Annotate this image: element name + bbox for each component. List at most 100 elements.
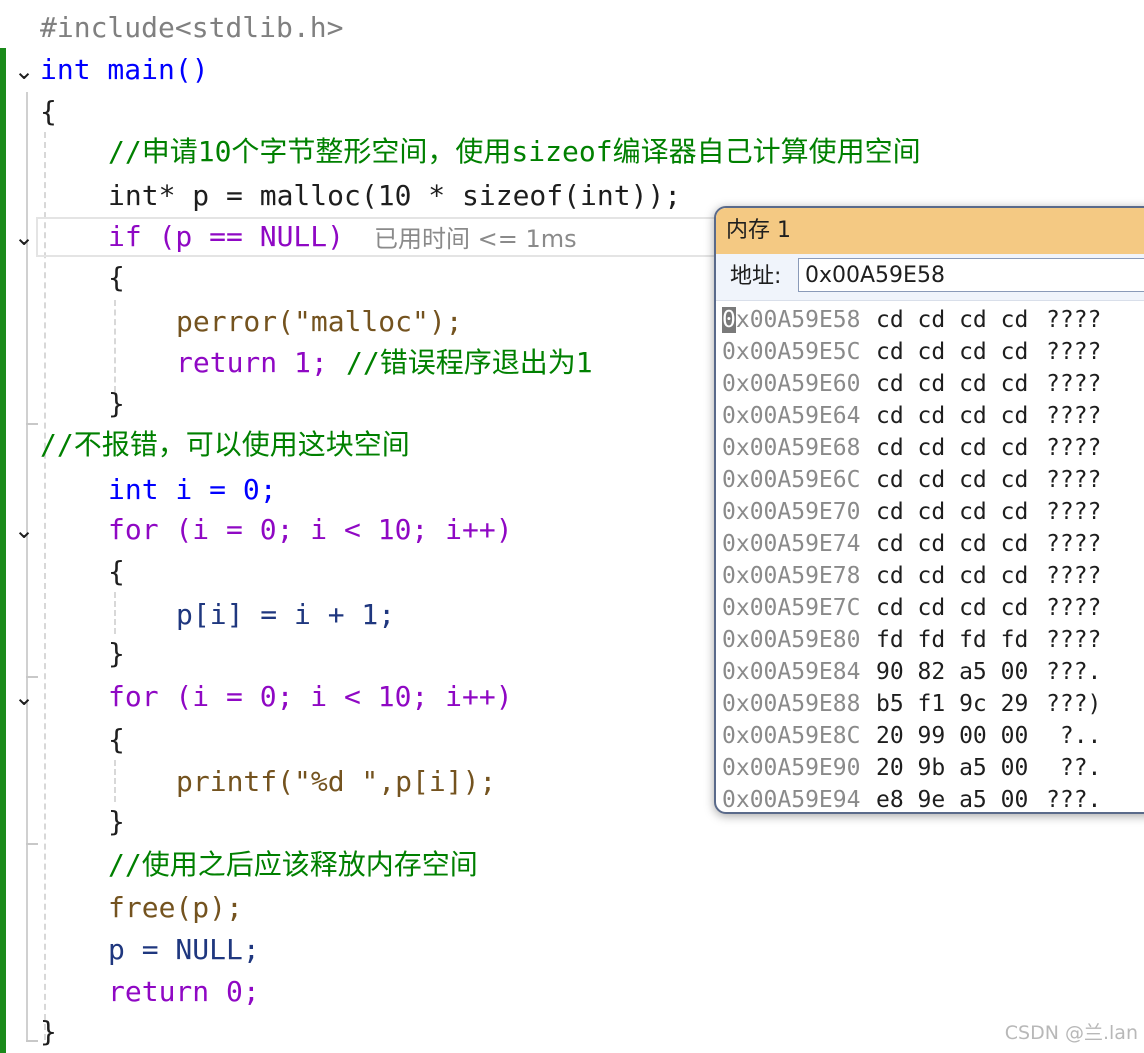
code-line-brace: } <box>108 637 125 670</box>
code-comment-alloc: //申请10个字节整形空间，使用sizeof编译器自己计算使用空间 <box>108 135 921 168</box>
memory-row-chars: ???? <box>1046 627 1102 653</box>
memory-row-address: 0x00A59E68 <box>722 435 861 461</box>
memory-row-address: 0x00A59E6C <box>722 467 861 493</box>
memory-row-bytes[interactable]: e8 9e a5 00 <box>876 784 1028 812</box>
memory-row-chars: ???? <box>1046 339 1102 365</box>
code-line-brace: { <box>108 723 125 756</box>
code-line-int-i: int i = 0; <box>108 473 277 506</box>
memory-row-bytes[interactable]: fd fd fd fd <box>876 624 1028 656</box>
code-comment-free: //使用之后应该释放内存空间 <box>108 848 478 881</box>
memory-row-address: 0x00A59E70 <box>722 499 861 525</box>
code-line-if: if (p == NULL) <box>108 220 345 253</box>
memory-row[interactable]: 0x00A59E88 b5 f1 9c 29???) <box>716 688 1144 720</box>
memory-row-address: 0x00A59E8C <box>722 723 861 749</box>
memory-row[interactable]: 0x00A59E58 cd cd cd cd???? <box>716 304 1144 336</box>
memory-row-address: 0x00A59E74 <box>722 531 861 557</box>
memory-row-address: 0x00A59E78 <box>722 563 861 589</box>
memory-row-bytes[interactable]: cd cd cd cd <box>876 432 1028 464</box>
watermark: CSDN @兰.lan <box>1004 1022 1138 1044</box>
text-caret: 0 <box>722 307 736 333</box>
memory-row-chars: ???? <box>1046 499 1102 525</box>
memory-row-bytes[interactable]: cd cd cd cd <box>876 496 1028 528</box>
code-line-main: int main() <box>40 53 209 86</box>
memory-row-bytes[interactable]: 20 99 00 00 <box>876 720 1028 752</box>
code-line-brace: } <box>108 805 125 838</box>
memory-window-title[interactable]: 内存 1 <box>716 208 1144 254</box>
memory-row[interactable]: 0x00A59E6C cd cd cd cd???? <box>716 464 1144 496</box>
code-line-null: p = NULL; <box>108 933 260 966</box>
fold-chevron-icon[interactable]: ⌄ <box>10 57 38 85</box>
memory-row-chars: ???? <box>1046 403 1102 429</box>
memory-row[interactable]: 0x00A59E94 e8 9e a5 00???. <box>716 784 1144 813</box>
memory-row-chars: ???? <box>1046 435 1102 461</box>
indent-guide <box>114 760 116 802</box>
code-line-close-brace: } <box>40 1015 57 1048</box>
memory-row-chars: ???? <box>1046 371 1102 397</box>
memory-row-address: 0x00A59E58 <box>722 307 861 333</box>
memory-row-chars: ???? <box>1046 563 1102 589</box>
memory-window[interactable]: 内存 1 地址: 0x00A59E58 0x00A59E58 cd cd cd c… <box>714 206 1144 814</box>
code-line-include: #include<stdlib.h> <box>40 11 344 44</box>
memory-row-bytes[interactable]: cd cd cd cd <box>876 368 1028 400</box>
code-line-free: free(p); <box>108 891 243 924</box>
memory-row[interactable]: 0x00A59E68 cd cd cd cd???? <box>716 432 1144 464</box>
code-line-for1: for (i = 0; i < 10; i++) <box>108 513 513 546</box>
memory-row[interactable]: 0x00A59E90 20 9b a5 00 ??. <box>716 752 1144 784</box>
memory-row-address: 0x00A59E64 <box>722 403 861 429</box>
code-line-brace: { <box>108 261 125 294</box>
memory-row[interactable]: 0x00A59E7C cd cd cd cd???? <box>716 592 1144 624</box>
fold-chevron-icon[interactable]: ⌄ <box>10 683 38 711</box>
memory-row-chars: ???? <box>1046 307 1102 333</box>
memory-address-bar: 地址: 0x00A59E58 <box>716 254 1144 301</box>
memory-row-address: 0x00A59E94 <box>722 787 861 813</box>
memory-row-chars: ???? <box>1046 595 1102 621</box>
memory-row[interactable]: 0x00A59E74 cd cd cd cd???? <box>716 528 1144 560</box>
memory-row[interactable]: 0x00A59E8C 20 99 00 00 ?.. <box>716 720 1144 752</box>
memory-row[interactable]: 0x00A59E70 cd cd cd cd???? <box>716 496 1144 528</box>
memory-row-chars: ???? <box>1046 467 1102 493</box>
code-line-for2: for (i = 0; i < 10; i++) <box>108 680 513 713</box>
memory-row-address: 0x00A59E60 <box>722 371 861 397</box>
memory-row-bytes[interactable]: 90 82 a5 00 <box>876 656 1028 688</box>
change-indicator-bar <box>0 48 6 1053</box>
memory-row[interactable]: 0x00A59E64 cd cd cd cd???? <box>716 400 1144 432</box>
fold-end-marker <box>26 423 38 425</box>
indent-guide <box>44 132 46 1040</box>
memory-row-address: 0x00A59E7C <box>722 595 861 621</box>
fold-end-marker <box>26 843 38 845</box>
address-input[interactable]: 0x00A59E58 <box>798 258 1144 292</box>
memory-row-chars: ???? <box>1046 531 1102 557</box>
memory-row[interactable]: 0x00A59E80 fd fd fd fd???? <box>716 624 1144 656</box>
code-line-brace: { <box>108 555 125 588</box>
memory-row[interactable]: 0x00A59E84 90 82 a5 00???. <box>716 656 1144 688</box>
memory-row-chars: ???. <box>1046 659 1102 685</box>
code-line-assign: p[i] = i + 1; <box>176 598 396 631</box>
memory-row-address: 0x00A59E90 <box>722 755 861 781</box>
fold-end-marker <box>26 1040 38 1042</box>
elapsed-time-hint: 已用时间 <= 1ms <box>374 225 577 253</box>
memory-row[interactable]: 0x00A59E5C cd cd cd cd???? <box>716 336 1144 368</box>
memory-row[interactable]: 0x00A59E60 cd cd cd cd???? <box>716 368 1144 400</box>
memory-row-bytes[interactable]: cd cd cd cd <box>876 560 1028 592</box>
code-comment-return1: //错误程序退出为1 <box>346 346 593 379</box>
fold-chevron-icon[interactable]: ⌄ <box>10 223 38 251</box>
memory-row-bytes[interactable]: cd cd cd cd <box>876 400 1028 432</box>
code-line-perror: perror("malloc"); <box>176 305 463 338</box>
fold-chevron-icon[interactable]: ⌄ <box>10 516 38 544</box>
code-line-malloc: int* p = malloc(10 * sizeof(int)); <box>108 179 682 212</box>
memory-row-bytes[interactable]: 20 9b a5 00 <box>876 752 1028 784</box>
code-line-return0: return 0; <box>108 975 260 1008</box>
memory-row-bytes[interactable]: cd cd cd cd <box>876 592 1028 624</box>
memory-rows[interactable]: 0x00A59E58 cd cd cd cd???? 0x00A59E5C cd cd… <box>716 304 1144 813</box>
code-line-open-brace: { <box>40 95 57 128</box>
memory-row-chars: ?.. <box>1046 723 1102 749</box>
memory-row[interactable]: 0x00A59E78 cd cd cd cd???? <box>716 560 1144 592</box>
memory-row-bytes[interactable]: cd cd cd cd <box>876 528 1028 560</box>
memory-row-bytes[interactable]: cd cd cd cd <box>876 464 1028 496</box>
memory-row-bytes[interactable]: b5 f1 9c 29 <box>876 688 1028 720</box>
code-line-return1: return 1; <box>176 346 328 379</box>
memory-row-address: 0x00A59E80 <box>722 627 861 653</box>
memory-row-bytes[interactable]: cd cd cd cd <box>876 336 1028 368</box>
memory-row-bytes[interactable]: cd cd cd cd <box>876 304 1028 336</box>
code-line-printf: printf("%d ",p[i]); <box>176 765 497 798</box>
